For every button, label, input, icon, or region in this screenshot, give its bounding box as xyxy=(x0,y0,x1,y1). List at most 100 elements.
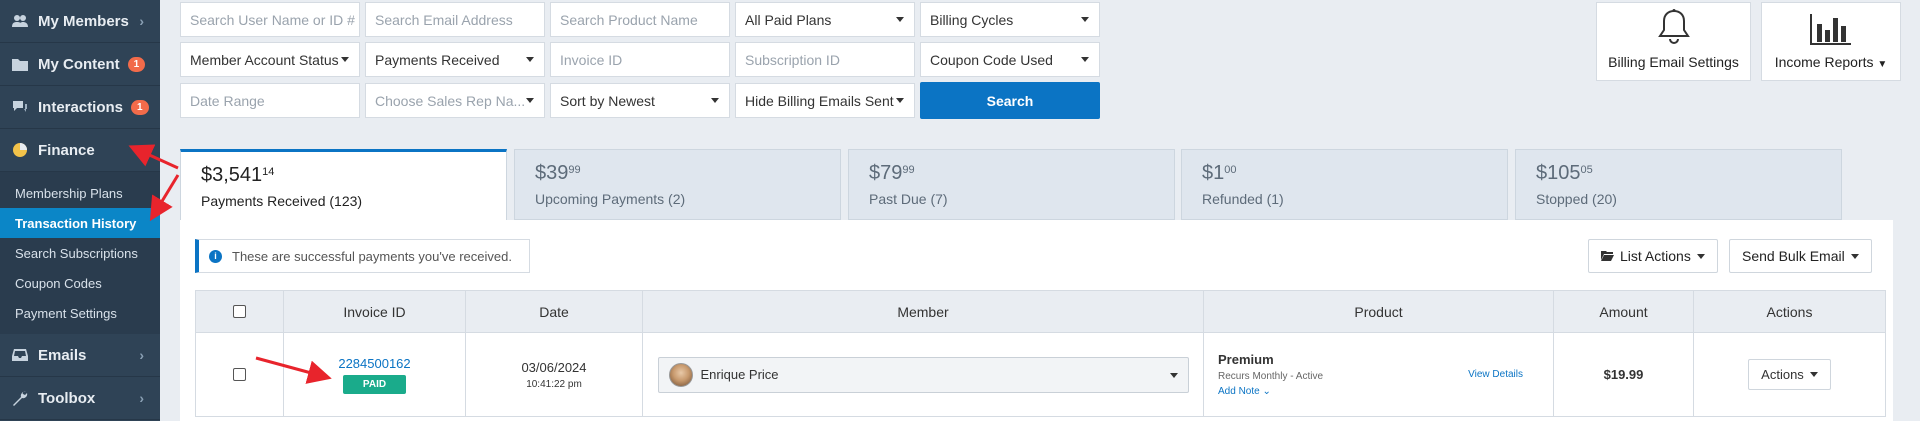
tab-dollars: $1 xyxy=(1202,162,1225,184)
income-reports-label: Income Reports ▼ xyxy=(1775,54,1888,70)
caret-down-icon xyxy=(711,98,719,103)
avatar xyxy=(668,362,693,387)
tab-payments-received[interactable]: $3,54114 Payments Received (123) xyxy=(180,149,507,221)
product-name: Premium xyxy=(1218,352,1274,367)
sidebar-item-label: Interactions xyxy=(38,98,124,116)
account-status-value: Member Account Status xyxy=(190,51,339,68)
send-bulk-email-button[interactable]: Send Bulk Email xyxy=(1729,239,1872,273)
add-note-link[interactable]: Add Note ⌄ xyxy=(1218,386,1271,397)
header-amount[interactable]: Amount xyxy=(1554,291,1694,332)
caret-down-icon xyxy=(1850,253,1859,259)
caret-down-icon xyxy=(1081,57,1089,62)
users-icon xyxy=(12,13,28,29)
view-details-link[interactable]: View Details xyxy=(1468,369,1523,380)
tab-past-due[interactable]: $7999 Past Due (7) xyxy=(848,149,1175,220)
sidebar-item-toolbox[interactable]: Toolbox › xyxy=(0,377,160,420)
caret-down-icon xyxy=(526,98,534,103)
invoice-id-input[interactable]: Invoice ID xyxy=(550,42,730,77)
account-status-select[interactable]: Member Account Status xyxy=(180,42,360,77)
member-select[interactable]: Enrique Price xyxy=(657,356,1189,393)
amount-cell: $19.99 xyxy=(1554,333,1694,416)
actions-cell: Actions xyxy=(1694,333,1885,416)
billing-cycles-select[interactable]: Billing Cycles xyxy=(920,2,1100,37)
select-all-cell xyxy=(196,291,284,332)
submenu-coupon-codes[interactable]: Coupon Codes xyxy=(0,268,160,298)
sidebar-item-my-content[interactable]: My Content 1 xyxy=(0,43,160,86)
search-button[interactable]: Search xyxy=(920,82,1100,119)
list-actions-button[interactable]: List Actions xyxy=(1588,239,1718,273)
sidebar-item-label: Toolbox xyxy=(38,389,96,407)
hide-emails-value: Hide Billing Emails Sent xyxy=(745,92,894,109)
tab-cents: 99 xyxy=(902,164,915,176)
date-cell: 03/06/2024 10:41:22 pm xyxy=(466,333,643,416)
invoice-cell: 2284500162 PAID xyxy=(284,333,466,416)
sort-select[interactable]: Sort by Newest xyxy=(550,83,730,118)
send-bulk-email-label: Send Bulk Email xyxy=(1742,248,1845,264)
tab-cents: 05 xyxy=(1580,164,1593,176)
caret-down-icon xyxy=(1809,372,1818,377)
paid-status-badge: PAID xyxy=(342,374,407,394)
header-date[interactable]: Date xyxy=(466,291,643,332)
tab-refunded[interactable]: $100 Refunded (1) xyxy=(1181,149,1508,220)
sales-rep-value: Choose Sales Rep Na... xyxy=(375,92,526,109)
submenu-payment-settings[interactable]: Payment Settings xyxy=(0,298,160,328)
hide-emails-select[interactable]: Hide Billing Emails Sent xyxy=(735,83,915,118)
search-product-input[interactable]: Search Product Name xyxy=(550,2,730,37)
table-header: Invoice ID Date Member Product Amount Ac… xyxy=(196,291,1885,333)
header-member[interactable]: Member xyxy=(643,291,1204,332)
tab-dollars: $3,541 xyxy=(201,164,263,186)
tab-cents: 00 xyxy=(1224,164,1237,176)
product-cell: Premium Recurs Monthly - Active Add Note… xyxy=(1204,333,1554,416)
billing-email-settings-button[interactable]: Billing Email Settings xyxy=(1596,2,1751,81)
header-actions: Actions xyxy=(1766,303,1813,320)
tab-cents: 99 xyxy=(568,164,581,176)
caret-down-icon xyxy=(896,17,904,22)
row-actions-button[interactable]: Actions xyxy=(1748,359,1831,390)
caret-down-icon xyxy=(526,57,534,62)
bell-icon xyxy=(1657,9,1690,44)
tab-label: Upcoming Payments (2) xyxy=(535,191,686,207)
caret-down-icon xyxy=(1169,372,1178,378)
tab-amount: $7999 xyxy=(869,162,1174,185)
search-user-input[interactable]: Search User Name or ID # xyxy=(180,2,360,37)
date-range-input[interactable]: Date Range xyxy=(180,83,360,118)
finance-submenu: Membership Plans Transaction History Sea… xyxy=(0,172,160,334)
transactions-table: Invoice ID Date Member Product Amount Ac… xyxy=(195,290,1886,417)
caret-down-icon xyxy=(896,98,904,103)
caret-down-icon: ▼ xyxy=(1877,59,1888,70)
sidebar-item-label: My Members xyxy=(38,12,129,30)
payments-select[interactable]: Payments Received xyxy=(365,42,545,77)
tab-label: Refunded (1) xyxy=(1202,191,1284,207)
search-email-input[interactable]: Search Email Address xyxy=(365,2,545,37)
inbox-icon xyxy=(12,347,28,363)
income-reports-button[interactable]: Income Reports ▼ xyxy=(1761,2,1901,81)
header-product[interactable]: Product xyxy=(1204,291,1554,332)
tab-dollars: $39 xyxy=(535,162,569,184)
select-all-checkbox[interactable] xyxy=(233,305,246,318)
header-invoice-id[interactable]: Invoice ID xyxy=(284,291,466,332)
notification-badge: 1 xyxy=(127,56,146,72)
invoice-link[interactable]: 2284500162 xyxy=(338,356,410,371)
sidebar-item-my-members[interactable]: My Members › xyxy=(0,0,160,43)
submenu-membership-plans[interactable]: Membership Plans xyxy=(0,178,160,208)
tab-dollars: $105 xyxy=(1536,162,1581,184)
tab-label: Payments Received (123) xyxy=(201,193,363,209)
tab-cents: 14 xyxy=(262,166,275,178)
coupon-select-value: Coupon Code Used xyxy=(930,51,1053,68)
add-note-label: Add Note xyxy=(1218,386,1260,397)
tab-stopped[interactable]: $10505 Stopped (20) xyxy=(1515,149,1842,220)
sales-rep-select[interactable]: Choose Sales Rep Na... xyxy=(365,83,545,118)
submenu-transaction-history[interactable]: Transaction History xyxy=(0,208,160,238)
row-checkbox[interactable] xyxy=(233,368,246,381)
sidebar-item-interactions[interactable]: Interactions 1 xyxy=(0,86,160,129)
pie-chart-icon xyxy=(12,142,28,158)
sidebar-item-emails[interactable]: Emails › xyxy=(0,334,160,377)
coupon-select[interactable]: Coupon Code Used xyxy=(920,42,1100,77)
sidebar-item-finance[interactable]: Finance xyxy=(0,129,160,172)
tab-upcoming-payments[interactable]: $3999 Upcoming Payments (2) xyxy=(514,149,841,220)
plans-select[interactable]: All Paid Plans xyxy=(735,2,915,37)
subscription-id-input[interactable]: Subscription ID xyxy=(735,42,915,77)
time-value: 10:41:22 pm xyxy=(526,378,582,390)
submenu-search-subscriptions[interactable]: Search Subscriptions xyxy=(0,238,160,268)
tab-dollars: $79 xyxy=(869,162,903,184)
